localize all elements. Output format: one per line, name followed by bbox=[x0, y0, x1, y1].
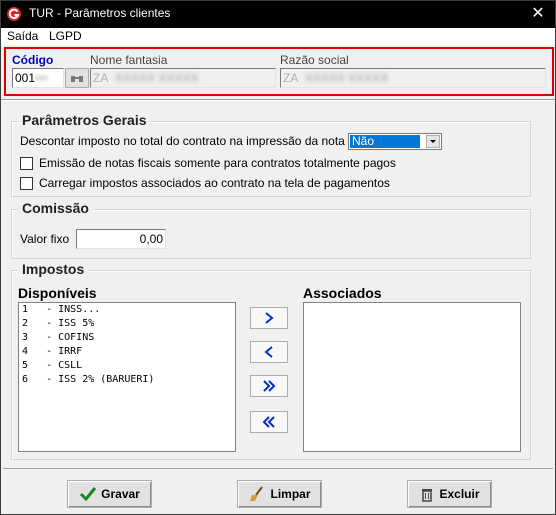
broom-icon bbox=[250, 486, 264, 501]
disponiveis-label: Disponíveis bbox=[18, 285, 97, 301]
razao-social-label: Razão social bbox=[280, 53, 349, 67]
app-logo-icon bbox=[7, 7, 21, 21]
desconto-select-value: Não bbox=[350, 135, 420, 148]
menu-bar: Saída LGPD bbox=[1, 28, 555, 45]
codigo-label: Código bbox=[12, 53, 54, 67]
menu-item-lgpd[interactable]: LGPD bbox=[49, 29, 82, 43]
desconto-select[interactable]: Não bbox=[348, 133, 442, 150]
associados-label: Associados bbox=[303, 285, 382, 301]
trash-icon bbox=[422, 489, 433, 502]
list-item[interactable]: 3 - COFINS bbox=[19, 331, 235, 345]
client-header-panel: Código 001••• Nome fantasia ZA XXXXX XXX… bbox=[4, 47, 554, 96]
emissao-checkbox-label: Emissão de notas fiscais somente para co… bbox=[39, 156, 396, 170]
disponiveis-listbox[interactable]: 1 - INSS... 2 - ISS 5% 3 - COFINS 4 - IR… bbox=[18, 302, 236, 452]
impostos-group: Impostos Disponíveis Associados 1 - INSS… bbox=[11, 261, 531, 460]
gravar-button[interactable]: Gravar bbox=[67, 480, 152, 508]
desconto-label: Descontar imposto no total do contrato n… bbox=[20, 134, 376, 148]
limpar-label: Limpar bbox=[270, 487, 311, 501]
carregar-checkbox[interactable] bbox=[20, 177, 33, 190]
menu-item-saida[interactable]: Saída bbox=[7, 29, 38, 43]
lookup-button[interactable] bbox=[65, 68, 89, 88]
double-chevron-left-icon bbox=[262, 416, 275, 428]
window-title: TUR - Parâmetros clientes bbox=[29, 6, 171, 20]
codigo-field[interactable]: 001••• bbox=[12, 68, 64, 88]
razao-social-field[interactable]: ZA XXXXX XXXXX bbox=[280, 68, 546, 88]
emissao-checkbox[interactable] bbox=[20, 157, 33, 170]
move-left-button[interactable] bbox=[250, 341, 288, 363]
valor-fixo-label: Valor fixo bbox=[20, 232, 70, 246]
limpar-button[interactable]: Limpar bbox=[237, 480, 322, 508]
move-all-left-button[interactable] bbox=[250, 411, 288, 433]
list-item[interactable]: 2 - ISS 5% bbox=[19, 317, 235, 331]
move-all-right-button[interactable] bbox=[250, 375, 288, 397]
checkmark-icon bbox=[80, 487, 97, 502]
impostos-title: Impostos bbox=[18, 261, 89, 277]
binoculars-icon bbox=[71, 76, 83, 82]
list-item[interactable]: 6 - ISS 2% (BARUERI) bbox=[19, 373, 235, 387]
list-item[interactable]: 4 - IRRF bbox=[19, 345, 235, 359]
action-bar: Gravar Limpar Excluir bbox=[3, 468, 553, 513]
list-item[interactable]: 1 - INSS... bbox=[19, 303, 235, 317]
excluir-button[interactable]: Excluir bbox=[407, 480, 492, 508]
comissao-title: Comissão bbox=[18, 200, 93, 216]
nome-fantasia-field[interactable]: ZA XXXXX XXXXX bbox=[90, 68, 276, 88]
close-button[interactable]: ✕ bbox=[527, 4, 549, 24]
gravar-label: Gravar bbox=[101, 487, 140, 501]
chevron-down-icon[interactable] bbox=[426, 135, 440, 148]
app-window: TUR - Parâmetros clientes ✕ Saída LGPD C… bbox=[0, 0, 556, 515]
associados-listbox[interactable] bbox=[303, 302, 521, 452]
close-icon: ✕ bbox=[531, 5, 545, 22]
parametros-gerais-group: Parâmetros Gerais Descontar imposto no t… bbox=[11, 112, 531, 197]
move-right-button[interactable] bbox=[250, 307, 288, 329]
chevron-left-icon bbox=[264, 346, 273, 358]
list-item[interactable]: 5 - CSLL bbox=[19, 359, 235, 373]
excluir-label: Excluir bbox=[439, 487, 480, 501]
comissao-group: Comissão Valor fixo 0,00 bbox=[11, 200, 531, 259]
double-chevron-right-icon bbox=[263, 380, 276, 392]
chevron-right-icon bbox=[265, 312, 274, 324]
valor-fixo-field[interactable]: 0,00 bbox=[76, 229, 166, 249]
title-bar: TUR - Parâmetros clientes ✕ bbox=[1, 1, 555, 28]
nome-fantasia-label: Nome fantasia bbox=[90, 53, 168, 67]
parametros-gerais-title: Parâmetros Gerais bbox=[18, 112, 151, 128]
header-divider bbox=[1, 99, 555, 101]
carregar-checkbox-label: Carregar impostos associados ao contrato… bbox=[39, 176, 390, 190]
